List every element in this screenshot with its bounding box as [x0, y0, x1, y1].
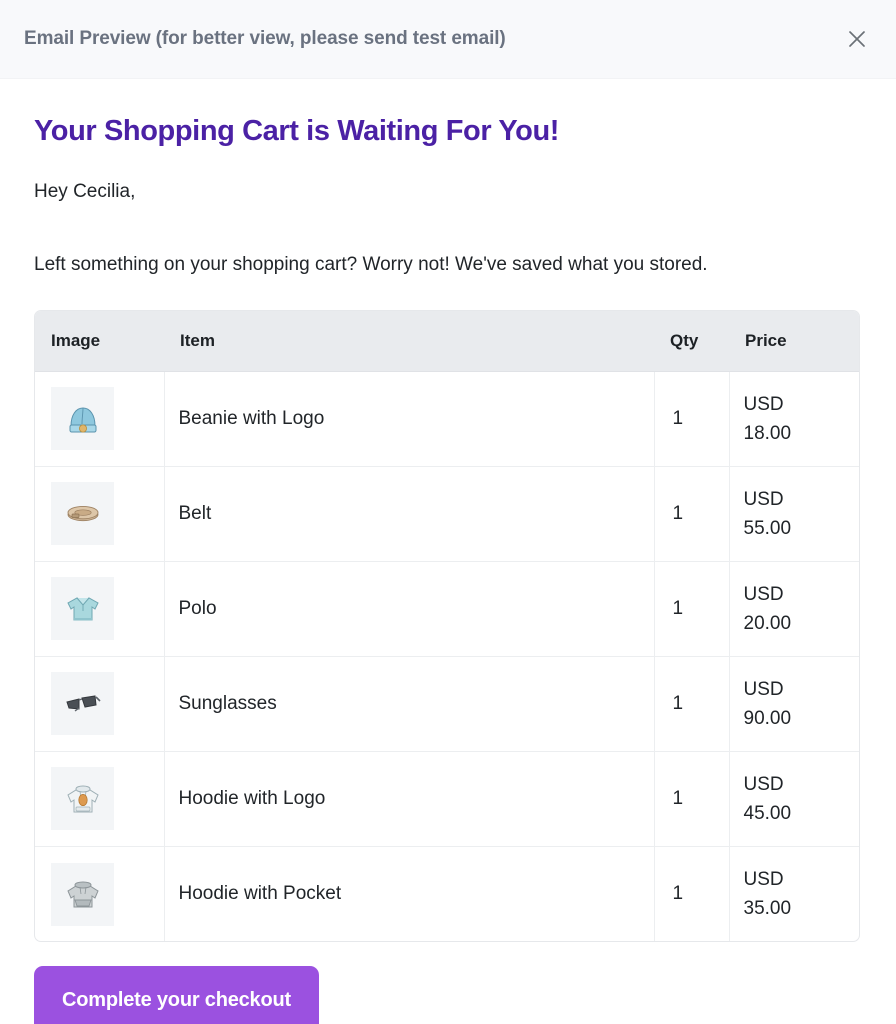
close-icon: [846, 28, 868, 50]
cell-price: USD 18.00: [729, 371, 859, 466]
cell-qty: 1: [654, 560, 730, 657]
table-row: Polo 1 USD 20.00: [35, 560, 859, 657]
cell-image: [35, 655, 165, 752]
cell-item-name: Beanie with Logo: [164, 371, 655, 467]
cell-item-name: Polo: [164, 560, 655, 657]
product-thumbnail: [51, 387, 114, 451]
cell-price: USD 90.00: [729, 655, 859, 752]
hoodie-pocket-icon: [62, 873, 104, 915]
cell-price: USD 35.00: [729, 845, 859, 942]
cart-table-header-row: Image Item Qty Price: [35, 311, 859, 372]
beanie-icon: [62, 398, 104, 440]
column-header-item: Item: [164, 311, 654, 372]
price-amount: 35.00: [743, 898, 792, 920]
cell-item-name: Hoodie with Pocket: [164, 845, 655, 942]
cell-qty: 1: [654, 655, 730, 752]
product-thumbnail: [51, 862, 114, 926]
table-row: Sunglasses 1 USD 90.00: [35, 655, 859, 752]
email-intro-text: Left something on your shopping cart? Wo…: [34, 253, 708, 275]
cell-price: USD 20.00: [729, 560, 859, 657]
cell-image: [35, 371, 165, 467]
cell-item-name: Sunglasses: [164, 655, 655, 752]
polo-shirt-icon: [62, 588, 104, 630]
price-currency: USD: [743, 868, 784, 890]
email-heading: Your Shopping Cart is Waiting For You!: [34, 115, 560, 147]
product-thumbnail: [51, 482, 114, 546]
cell-image: [35, 560, 165, 657]
price-amount: 45.00: [743, 802, 792, 824]
price-amount: 90.00: [743, 707, 792, 729]
hoodie-logo-icon: [62, 778, 104, 820]
product-thumbnail: [51, 672, 114, 736]
cta-row: Complete your checkout: [34, 942, 862, 1024]
cell-qty: 1: [654, 465, 730, 562]
cell-qty: 1: [654, 750, 730, 847]
product-thumbnail: [51, 577, 114, 641]
column-header-qty: Qty: [654, 311, 729, 372]
column-header-image: Image: [35, 311, 164, 372]
column-header-price: Price: [729, 311, 859, 372]
table-row: Hoodie with Logo 1 USD 45.00: [35, 750, 859, 847]
price-amount: 20.00: [743, 612, 792, 634]
modal-header: Email Preview (for better view, please s…: [0, 0, 896, 79]
cart-table: Image Item Qty Price Beanie with Logo 1 …: [35, 311, 859, 942]
cell-image: [35, 465, 165, 562]
product-thumbnail: [51, 767, 114, 831]
cart-table-head: Image Item Qty Price: [35, 311, 859, 372]
cell-price: USD 45.00: [729, 750, 859, 847]
table-row: Hoodie with Pocket 1 USD 35.00: [35, 845, 859, 942]
price-currency: USD: [743, 583, 784, 605]
sunglasses-icon: [62, 683, 104, 725]
email-preview-body: Your Shopping Cart is Waiting For You! H…: [0, 79, 896, 1024]
complete-checkout-button[interactable]: Complete your checkout: [34, 966, 319, 1024]
modal-title: Email Preview (for better view, please s…: [24, 28, 506, 49]
cart-table-body: Beanie with Logo 1 USD 18.00 Belt 1 USD …: [35, 371, 859, 942]
cell-price: USD 55.00: [729, 465, 859, 562]
cell-item-name: Hoodie with Logo: [164, 750, 655, 847]
email-greeting: Hey Cecilia,: [34, 181, 136, 203]
table-row: Beanie with Logo 1 USD 18.00: [35, 371, 859, 467]
price-amount: 55.00: [743, 517, 792, 539]
cell-qty: 1: [654, 371, 730, 467]
cell-qty: 1: [654, 845, 730, 942]
belt-icon: [62, 493, 104, 535]
cell-item-name: Belt: [164, 465, 655, 562]
cart-table-container: Image Item Qty Price Beanie with Logo 1 …: [34, 310, 860, 943]
table-row: Belt 1 USD 55.00: [35, 465, 859, 562]
price-amount: 18.00: [743, 422, 792, 444]
cell-image: [35, 750, 165, 847]
price-currency: USD: [743, 488, 784, 510]
close-button[interactable]: [840, 22, 874, 56]
price-currency: USD: [743, 773, 784, 795]
price-currency: USD: [743, 393, 784, 415]
cell-image: [35, 845, 165, 942]
email-preview-modal: Email Preview (for better view, please s…: [0, 0, 896, 1024]
price-currency: USD: [743, 678, 784, 700]
